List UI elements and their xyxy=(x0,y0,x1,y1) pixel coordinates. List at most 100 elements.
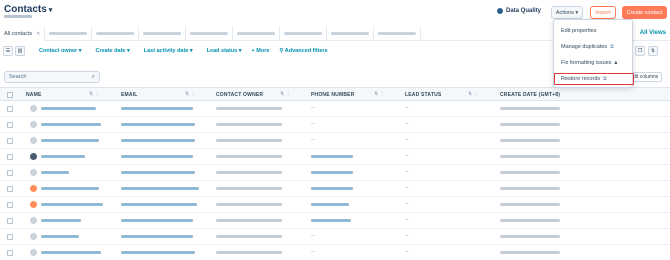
filter-create-date[interactable]: Create date ▾ xyxy=(96,48,130,54)
row-checkbox[interactable] xyxy=(7,170,13,176)
contact-name-redacted[interactable] xyxy=(41,235,79,238)
sort-arrows-icon[interactable]: ⇅ ⋮ xyxy=(468,91,479,97)
table-row[interactable]: -- xyxy=(0,213,670,229)
owner-redacted xyxy=(216,107,282,110)
tab-all-contacts[interactable]: All contacts ✕ xyxy=(0,26,46,41)
close-icon[interactable]: ✕ xyxy=(36,31,40,37)
avatar xyxy=(30,121,37,128)
contact-name-redacted[interactable] xyxy=(41,123,101,126)
avatar xyxy=(30,185,37,192)
tab-view[interactable] xyxy=(327,26,375,41)
menu-item-edit-properties[interactable]: Edit properties xyxy=(554,25,634,37)
contact-name-redacted[interactable] xyxy=(41,139,99,142)
avatar xyxy=(30,105,37,112)
owner-redacted xyxy=(216,155,282,158)
filter-contact-owner[interactable]: Contact owner ▾ xyxy=(39,48,82,54)
table-row[interactable]: -- xyxy=(0,197,670,213)
column-header-lead-status[interactable]: LEAD STATUS xyxy=(405,92,441,98)
row-checkbox[interactable] xyxy=(7,186,13,192)
menu-item-label: Restore records xyxy=(561,76,601,82)
email-redacted xyxy=(121,203,197,206)
table-row[interactable]: -- xyxy=(0,165,670,181)
tab-view[interactable] xyxy=(233,26,281,41)
page-title[interactable]: Contacts ▾ xyxy=(4,4,52,15)
row-checkbox[interactable] xyxy=(7,202,13,208)
tab-view[interactable] xyxy=(139,26,187,41)
tab-view[interactable] xyxy=(92,26,140,41)
import-button[interactable]: Import xyxy=(590,6,616,19)
contact-name-redacted[interactable] xyxy=(41,219,81,222)
sort-arrows-icon[interactable]: ⇅ ⋮ xyxy=(280,91,291,97)
column-header-owner[interactable]: CONTACT OWNER xyxy=(216,92,263,98)
external-link-icon: ⧉ xyxy=(610,44,614,50)
tab-view[interactable] xyxy=(45,26,93,41)
lead-status-empty: -- xyxy=(405,233,409,239)
avatar xyxy=(30,249,37,256)
email-redacted xyxy=(121,139,195,142)
table-row[interactable]: -- -- xyxy=(0,101,670,117)
row-checkbox[interactable] xyxy=(7,106,13,112)
actions-button[interactable]: Actions ▾ xyxy=(551,6,583,19)
data-quality-link[interactable]: Data Quality xyxy=(497,8,541,14)
search-icon: ⌕ xyxy=(91,73,95,80)
advanced-filters-label: Advanced filters xyxy=(284,48,328,54)
column-header-phone[interactable]: PHONE NUMBER xyxy=(311,92,355,98)
email-redacted xyxy=(121,171,195,174)
create-date-redacted xyxy=(500,203,560,206)
contact-name-redacted[interactable] xyxy=(41,187,99,190)
sort-arrows-icon[interactable]: ⇅ ⋮ xyxy=(374,91,385,97)
email-redacted xyxy=(121,251,195,254)
menu-item-restore-records[interactable]: Restore records ⧉ xyxy=(554,73,634,85)
sort-icon[interactable]: ⇅ xyxy=(648,46,658,56)
row-checkbox[interactable] xyxy=(7,138,13,144)
phone-empty: -- xyxy=(311,249,315,255)
row-checkbox[interactable] xyxy=(7,218,13,224)
more-filters-button[interactable]: + More xyxy=(252,48,270,54)
menu-item-manage-duplicates[interactable]: Manage duplicates ⧉ xyxy=(554,41,634,53)
copy-icon[interactable]: ❐ xyxy=(635,46,645,56)
row-checkbox[interactable] xyxy=(7,234,13,240)
row-checkbox[interactable] xyxy=(7,154,13,160)
contact-name-redacted[interactable] xyxy=(41,171,69,174)
table-row[interactable]: -- -- xyxy=(0,229,670,245)
table-row[interactable]: -- -- xyxy=(0,117,670,133)
phone-empty: -- xyxy=(311,105,315,111)
filter-lead-status[interactable]: Lead status ▾ xyxy=(207,48,242,54)
contact-name-redacted[interactable] xyxy=(41,107,96,110)
owner-redacted xyxy=(216,235,282,238)
tab-view[interactable] xyxy=(186,26,234,41)
chevron-down-icon: ▾ xyxy=(48,7,53,14)
board-view-icon[interactable]: ▥ xyxy=(15,46,25,56)
list-view-icon[interactable]: ☰ xyxy=(3,46,13,56)
contact-name-redacted[interactable] xyxy=(41,203,103,206)
table-row[interactable]: -- -- xyxy=(0,245,670,260)
contact-name-redacted[interactable] xyxy=(41,251,101,254)
sort-arrows-icon[interactable]: ⇅ ⋮ xyxy=(185,91,196,97)
table-row[interactable]: -- xyxy=(0,149,670,165)
email-redacted xyxy=(121,187,199,190)
contact-name-redacted[interactable] xyxy=(41,155,85,158)
tab-label-redacted xyxy=(237,32,276,35)
column-header-name[interactable]: NAME xyxy=(26,92,42,98)
row-checkbox[interactable] xyxy=(7,250,13,256)
filter-last-activity[interactable]: Last activity date ▾ xyxy=(144,48,193,54)
table-row[interactable]: -- -- xyxy=(0,133,670,149)
select-all-checkbox[interactable] xyxy=(7,92,13,98)
tab-view[interactable] xyxy=(374,26,422,41)
row-checkbox[interactable] xyxy=(7,122,13,128)
menu-item-label: Manage duplicates xyxy=(561,44,608,50)
menu-item-fix-formatting[interactable]: Fix formatting issues 🔒︎ xyxy=(554,57,634,69)
advanced-filters-button[interactable]: ⚲ Advanced filters xyxy=(279,48,327,54)
column-header-create-date[interactable]: CREATE DATE (GMT+8) xyxy=(500,92,560,98)
search-input[interactable]: Search ⌕ xyxy=(4,71,100,83)
column-header-email[interactable]: EMAIL xyxy=(121,92,138,98)
owner-redacted xyxy=(216,187,282,190)
tab-view[interactable] xyxy=(280,26,328,41)
sort-arrows-icon[interactable]: ⇅ ⋮ xyxy=(89,91,100,97)
create-contact-button[interactable]: Create contact xyxy=(622,6,667,19)
tab-label-redacted xyxy=(143,32,182,35)
avatar xyxy=(30,169,37,176)
all-views-link[interactable]: All Views xyxy=(640,30,666,36)
table-row[interactable]: -- xyxy=(0,181,670,197)
create-date-redacted xyxy=(500,107,560,110)
